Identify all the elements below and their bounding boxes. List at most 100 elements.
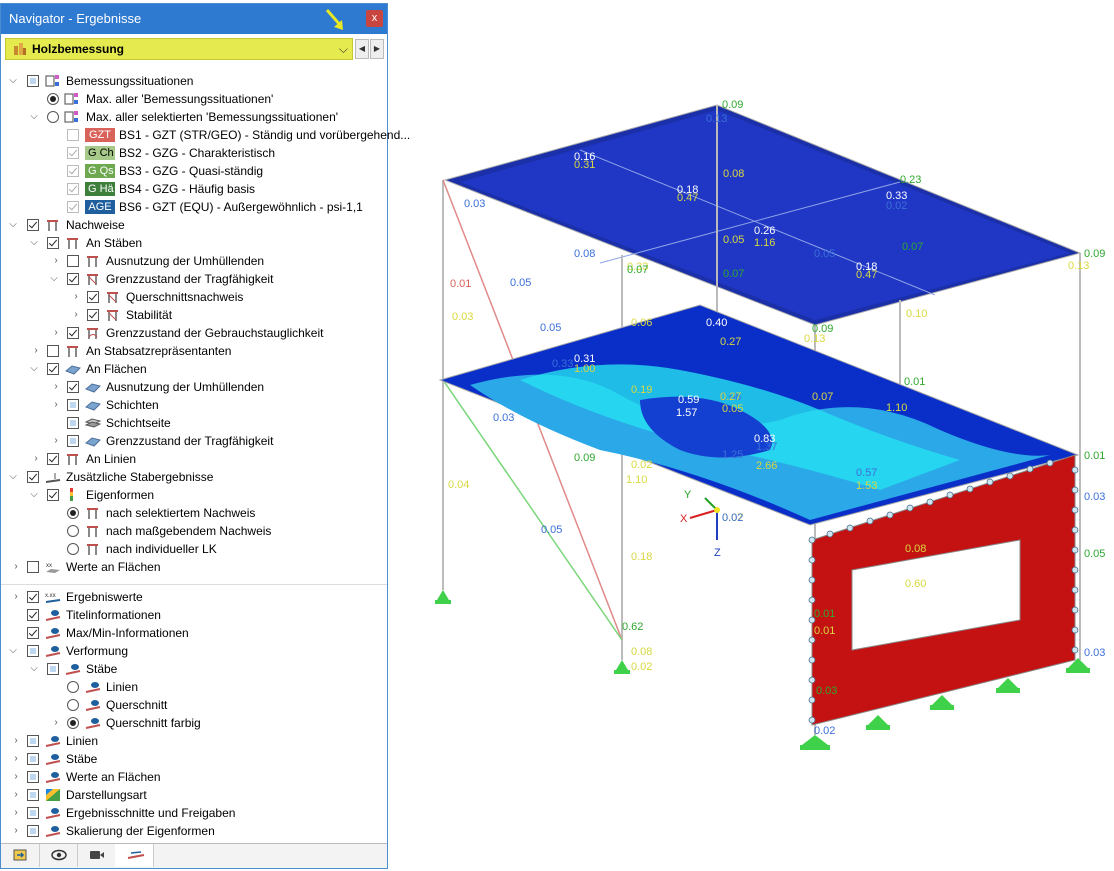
checkbox-eigenformen[interactable] xyxy=(47,489,59,501)
collapse-icon[interactable]: ⌵ xyxy=(8,72,18,90)
tree-item-skalierung[interactable]: › Skalierung der Eigenformen xyxy=(1,822,387,840)
collapse-icon[interactable]: ⌵ xyxy=(29,234,39,252)
checkbox-titelinformationen[interactable] xyxy=(27,609,39,621)
tree-item-bs3[interactable]: G Qs BS3 - GZG - Quasi-ständig xyxy=(1,162,387,180)
checkbox-schichten[interactable] xyxy=(67,399,79,411)
checkbox-bs4[interactable] xyxy=(67,183,79,195)
radio-max-selected[interactable] xyxy=(47,111,59,123)
tree-item-nach-individueller[interactable]: nach individueller LK xyxy=(1,540,387,558)
radio-linien[interactable] xyxy=(67,681,79,693)
module-dropdown[interactable]: Holzbemessung ⌵ xyxy=(5,38,353,60)
tree-item-querschnitt-radio[interactable]: Querschnitt xyxy=(1,696,387,714)
radio-querschnitt-farbig[interactable] xyxy=(67,717,79,729)
tree-item-titelinformationen[interactable]: Titelinformationen xyxy=(1,606,387,624)
collapse-icon[interactable]: ⌵ xyxy=(29,360,39,378)
collapse-icon[interactable]: ⌵ xyxy=(49,270,59,288)
checkbox-an-staeben[interactable] xyxy=(47,237,59,249)
tree-item-bs4[interactable]: G Hä BS4 - GZG - Häufig basis xyxy=(1,180,387,198)
tree-item-ausnutzung-umhuellenden[interactable]: › Ausnutzung der Umhüllenden xyxy=(1,252,387,270)
checkbox-maxmin[interactable] xyxy=(27,627,39,639)
tree-item-bs2[interactable]: G Ch BS2 - GZG - Charakteristisch xyxy=(1,144,387,162)
tree-item-bs1[interactable]: GZT BS1 - GZT (STR/GEO) - Ständig und vo… xyxy=(1,126,410,144)
tree-item-linien-radio[interactable]: Linien xyxy=(1,678,387,696)
expand-icon[interactable]: › xyxy=(31,342,41,360)
checkbox-grenz-flaechen[interactable] xyxy=(67,435,79,447)
chevron-down-icon[interactable]: ⌵ xyxy=(339,39,348,59)
expand-icon[interactable]: › xyxy=(11,786,21,804)
radio-nach-massgebendem[interactable] xyxy=(67,525,79,537)
tree-item-nachweise[interactable]: ⌵ Nachweise xyxy=(1,216,387,234)
tree-item-staebe[interactable]: › Stäbe xyxy=(1,750,387,768)
model-viewport[interactable]: X Y Z 0.090.130.160.310.080.180.470.230.… xyxy=(400,0,1114,871)
checkbox-an-flaechen[interactable] xyxy=(47,363,59,375)
tree-item-an-staeben[interactable]: ⌵ An Stäben xyxy=(1,234,387,252)
expand-icon[interactable]: › xyxy=(51,324,61,342)
tree-item-grenzzustand-trag[interactable]: ⌵ Grenzzustand der Tragfähigkeit xyxy=(1,270,387,288)
checkbox-skalierung[interactable] xyxy=(27,825,39,837)
tree-item-max-selected[interactable]: ⌵ Max. aller selektierten 'Bemessungssit… xyxy=(1,108,387,126)
tree-item-schichtseite[interactable]: Schichtseite xyxy=(1,414,387,432)
radio-nach-selektiertem[interactable] xyxy=(67,507,79,519)
tree-item-an-flaechen[interactable]: ⌵ An Flächen xyxy=(1,360,387,378)
radio-max-all[interactable] xyxy=(47,93,59,105)
checkbox-ergebniswerte[interactable] xyxy=(27,591,39,603)
checkbox-zusaetzliche[interactable] xyxy=(27,471,39,483)
checkbox-ergebnisschnitte[interactable] xyxy=(27,807,39,819)
checkbox-verformung-staebe[interactable] xyxy=(47,663,59,675)
expand-icon[interactable]: › xyxy=(31,450,41,468)
expand-icon[interactable]: › xyxy=(51,378,61,396)
expand-icon[interactable]: › xyxy=(51,396,61,414)
tab-display[interactable] xyxy=(39,844,78,867)
tree-item-bs6[interactable]: AGE BS6 - GZT (EQU) - Außergewöhnlich - … xyxy=(1,198,387,216)
expand-icon[interactable]: › xyxy=(51,714,61,732)
tree-item-werte-an-flaechen-2[interactable]: › Werte an Flächen xyxy=(1,768,387,786)
expand-icon[interactable]: › xyxy=(51,252,61,270)
checkbox-bs2[interactable] xyxy=(67,147,79,159)
expand-icon[interactable]: › xyxy=(11,558,21,576)
collapse-icon[interactable]: ⌵ xyxy=(8,642,18,660)
checkbox-stabsatz[interactable] xyxy=(47,345,59,357)
expand-icon[interactable]: › xyxy=(11,822,21,840)
tree-item-linien[interactable]: › Linien xyxy=(1,732,387,750)
tree-item-querschnittsnachweis[interactable]: › Querschnittsnachweis xyxy=(1,288,387,306)
tree-item-querschnitt-farbig[interactable]: › Querschnitt farbig xyxy=(1,714,387,732)
tab-results[interactable] xyxy=(115,844,154,867)
tree-item-werte-an-flaechen[interactable]: › xx Werte an Flächen xyxy=(1,558,387,576)
collapse-icon[interactable]: ⌵ xyxy=(29,108,39,126)
tab-data[interactable] xyxy=(1,844,40,867)
collapse-icon[interactable]: ⌵ xyxy=(29,486,39,504)
checkbox-linien[interactable] xyxy=(27,735,39,747)
tree-item-an-linien[interactable]: › An Linien xyxy=(1,450,387,468)
tree-item-schichten[interactable]: › Schichten xyxy=(1,396,387,414)
tree-item-stabilitaet[interactable]: › Stabilität xyxy=(1,306,387,324)
collapse-icon[interactable]: ⌵ xyxy=(8,216,18,234)
checkbox-bs3[interactable] xyxy=(67,165,79,177)
checkbox-stabilitaet[interactable] xyxy=(87,309,99,321)
expand-icon[interactable]: › xyxy=(11,750,21,768)
checkbox-werte-flaechen-2[interactable] xyxy=(27,771,39,783)
tree-item-nach-massgebendem[interactable]: nach maßgebendem Nachweis xyxy=(1,522,387,540)
tree-item-maxmin[interactable]: Max/Min-Informationen xyxy=(1,624,387,642)
close-button[interactable]: x xyxy=(366,10,383,27)
tree-item-verformung-staebe[interactable]: ⌵ Stäbe xyxy=(1,660,387,678)
tab-views[interactable] xyxy=(77,844,116,867)
expand-icon[interactable]: › xyxy=(71,288,81,306)
checkbox-bs1[interactable] xyxy=(67,129,79,141)
tree-item-eigenformen[interactable]: ⌵ Eigenformen xyxy=(1,486,387,504)
collapse-icon[interactable]: ⌵ xyxy=(8,468,18,486)
tree-item-ausnutzung-flaechen[interactable]: › Ausnutzung der Umhüllenden xyxy=(1,378,387,396)
checkbox-darstellungsart[interactable] xyxy=(27,789,39,801)
checkbox-querschnitt[interactable] xyxy=(87,291,99,303)
tree-item-grenzzustand-flaechen[interactable]: › Grenzzustand der Tragfähigkeit xyxy=(1,432,387,450)
tree-item-grenzzustand-gebrauch[interactable]: › Grenzzustand der Gebrauchstauglichkeit xyxy=(1,324,387,342)
tree-item-stabsatz[interactable]: › An Stabsatzrepräsentanten xyxy=(1,342,387,360)
tree-item-ergebniswerte[interactable]: › x.xx Ergebniswerte xyxy=(1,588,387,606)
checkbox-verformung[interactable] xyxy=(27,645,39,657)
expand-icon[interactable]: › xyxy=(11,768,21,786)
checkbox-bs6[interactable] xyxy=(67,201,79,213)
checkbox-bemessungssituationen[interactable] xyxy=(27,75,39,87)
tree-item-bemessungssituationen[interactable]: ⌵ Bemessungssituationen xyxy=(1,72,387,90)
previous-module-button[interactable]: ◀ xyxy=(355,39,369,59)
checkbox-schichtseite[interactable] xyxy=(67,417,79,429)
collapse-icon[interactable]: ⌵ xyxy=(29,660,39,678)
